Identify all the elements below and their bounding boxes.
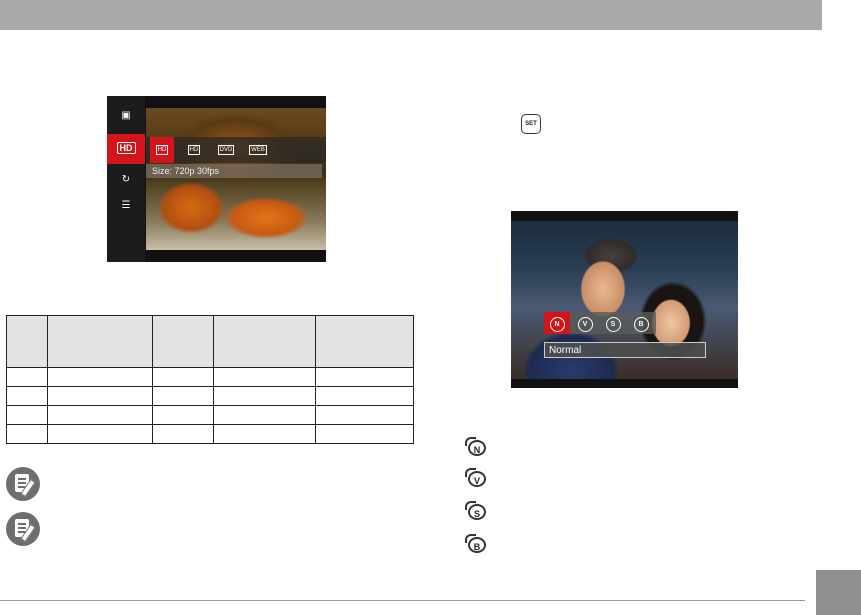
color-sepia-icon[interactable]: S bbox=[600, 312, 626, 334]
movie-size-table bbox=[6, 315, 414, 444]
menu-list-icon[interactable]: ☰ bbox=[115, 198, 137, 214]
size-option-hd-720[interactable]: HD bbox=[150, 137, 174, 163]
table-row bbox=[6, 424, 414, 444]
hd-menu-icon[interactable]: HD bbox=[115, 141, 137, 157]
color-bw-legend-icon: B bbox=[465, 534, 489, 558]
header-bar bbox=[0, 0, 822, 30]
color-vivid-legend-icon: V bbox=[465, 468, 489, 492]
page-margin bbox=[822, 0, 861, 615]
table-row bbox=[6, 386, 414, 406]
size-option-hd[interactable]: HD bbox=[182, 142, 206, 158]
size-option-web[interactable]: WEB bbox=[246, 142, 270, 158]
color-sepia-legend-icon: S bbox=[465, 501, 489, 525]
footer-rule bbox=[0, 600, 805, 601]
color-normal-legend-icon: N bbox=[465, 437, 489, 461]
color-bw-icon[interactable]: B bbox=[628, 312, 654, 334]
color-normal-icon[interactable]: N bbox=[544, 312, 570, 334]
scene-icon[interactable]: ▣ bbox=[115, 108, 137, 124]
table-row bbox=[6, 405, 414, 425]
camera-screen-movie-size: ▣ HD ↻ ☰ HD HD DVD WEB Size: 720p 30fps bbox=[107, 96, 326, 262]
camera-left-menu: ▣ HD ↻ ☰ bbox=[107, 96, 145, 262]
color-mode-icon[interactable]: ↻ bbox=[115, 172, 137, 188]
camera-screen-color-mode: N V S B Normal bbox=[511, 211, 738, 388]
color-mode-icon-row: N V S B bbox=[544, 312, 656, 334]
table-header-cell bbox=[213, 315, 316, 368]
color-vivid-icon[interactable]: V bbox=[572, 312, 598, 334]
page-number-tab bbox=[816, 570, 861, 615]
table-header-cell bbox=[315, 315, 414, 368]
table-header-row bbox=[6, 315, 414, 368]
set-button-icon: SET bbox=[521, 114, 541, 134]
table-header-cell bbox=[6, 315, 48, 368]
size-options-bar: HD HD DVD WEB bbox=[146, 137, 326, 163]
note-icon bbox=[6, 512, 40, 546]
selected-mode-label: Normal bbox=[544, 342, 706, 358]
size-info-text: Size: 720p 30fps bbox=[146, 164, 322, 178]
note-icon bbox=[6, 467, 40, 501]
table-header-cell bbox=[47, 315, 153, 368]
cat-photo bbox=[146, 108, 326, 250]
table-header-cell bbox=[152, 315, 214, 368]
table-row bbox=[6, 367, 414, 387]
size-option-dvd[interactable]: DVD bbox=[214, 142, 238, 158]
